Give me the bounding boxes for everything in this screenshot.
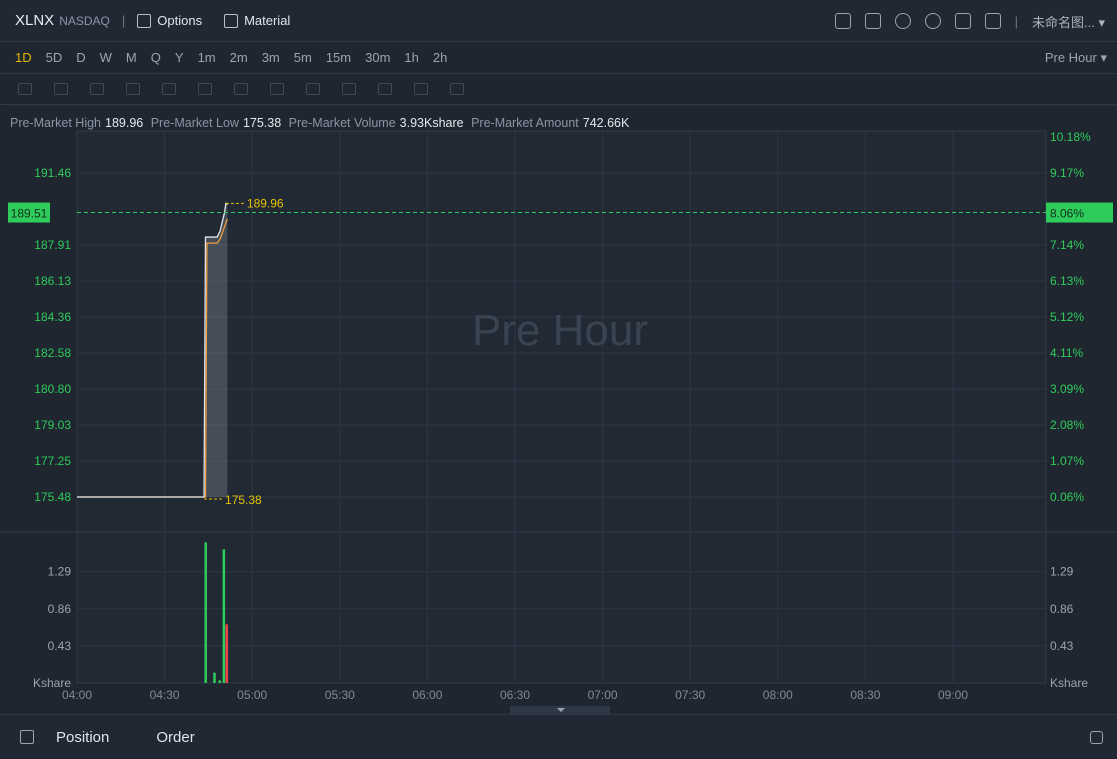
high-marker-label: 189.96 [247, 196, 284, 210]
bottom-panel: Position Order [0, 714, 1117, 759]
x-tick-label: 05:00 [237, 688, 267, 702]
restore-icon[interactable] [1090, 730, 1103, 744]
volume-tick-label-right: 0.86 [1050, 602, 1074, 616]
volume-bar [218, 680, 221, 683]
volume-bar [225, 624, 229, 683]
price-tick-label: 191.46 [34, 166, 71, 180]
price-tick-label: 184.36 [34, 310, 71, 324]
x-tick-label: 08:00 [763, 688, 793, 702]
x-tick-label: 05:30 [325, 688, 355, 702]
volume-tick-label: 0.43 [48, 639, 72, 653]
pct-tick-label: 5.12% [1050, 310, 1084, 324]
volume-bar [222, 549, 226, 683]
pct-tick-label: 1.07% [1050, 454, 1084, 468]
volume-tick-label: 1.29 [48, 565, 72, 579]
x-tick-label: 07:30 [675, 688, 705, 702]
price-area [205, 203, 228, 497]
low-marker-label: 175.38 [225, 493, 262, 507]
tab-order[interactable]: Order [156, 729, 194, 746]
x-tick-label: 06:30 [500, 688, 530, 702]
pct-tick-label: 6.13% [1050, 274, 1084, 288]
x-tick-label: 09:00 [938, 688, 968, 702]
volume-unit-label: Kshare [33, 676, 71, 690]
pct-tick-label: 0.06% [1050, 490, 1084, 504]
price-tick-label: 187.91 [34, 238, 71, 252]
volume-bar [204, 542, 207, 683]
x-tick-label: 04:00 [62, 688, 92, 702]
x-tick-label: 08:30 [850, 688, 880, 702]
current-pct-label: 8.06% [1050, 207, 1084, 221]
x-tick-label: 07:00 [588, 688, 618, 702]
volume-bar [213, 672, 216, 683]
watermark: Pre Hour [472, 306, 648, 355]
pct-tick-label: 7.14% [1050, 238, 1084, 252]
x-tick-label: 04:30 [150, 688, 180, 702]
tab-position[interactable]: Position [56, 729, 109, 746]
price-tick-label: 175.48 [34, 490, 71, 504]
price-tick-label: 180.80 [34, 382, 71, 396]
pct-tick-label: 2.08% [1050, 418, 1084, 432]
price-tick-label: 182.58 [34, 346, 71, 360]
pct-tick-label: 4.11% [1050, 346, 1083, 360]
current-price-label: 189.51 [11, 207, 48, 221]
x-tick-label: 06:00 [412, 688, 442, 702]
pct-tick-label: 9.17% [1050, 166, 1084, 180]
panel-toggle-icon[interactable] [20, 730, 34, 744]
volume-tick-label-right: 1.29 [1050, 565, 1074, 579]
price-tick-label: 179.03 [34, 418, 71, 432]
price-chart[interactable]: 04:00 04:30 05:00 05:30 06:00 06:30 07:00 07:30… [0, 0, 1117, 714]
pct-tick-label: 3.09% [1050, 382, 1084, 396]
volume-tick-label: 0.86 [48, 602, 72, 616]
price-tick-label: 186.13 [34, 274, 71, 288]
pct-tick-label: 10.18% [1050, 130, 1091, 144]
volume-tick-label-right: 0.43 [1050, 639, 1074, 653]
price-tick-label: 177.25 [34, 454, 71, 468]
volume-unit-label-right: Kshare [1050, 676, 1088, 690]
